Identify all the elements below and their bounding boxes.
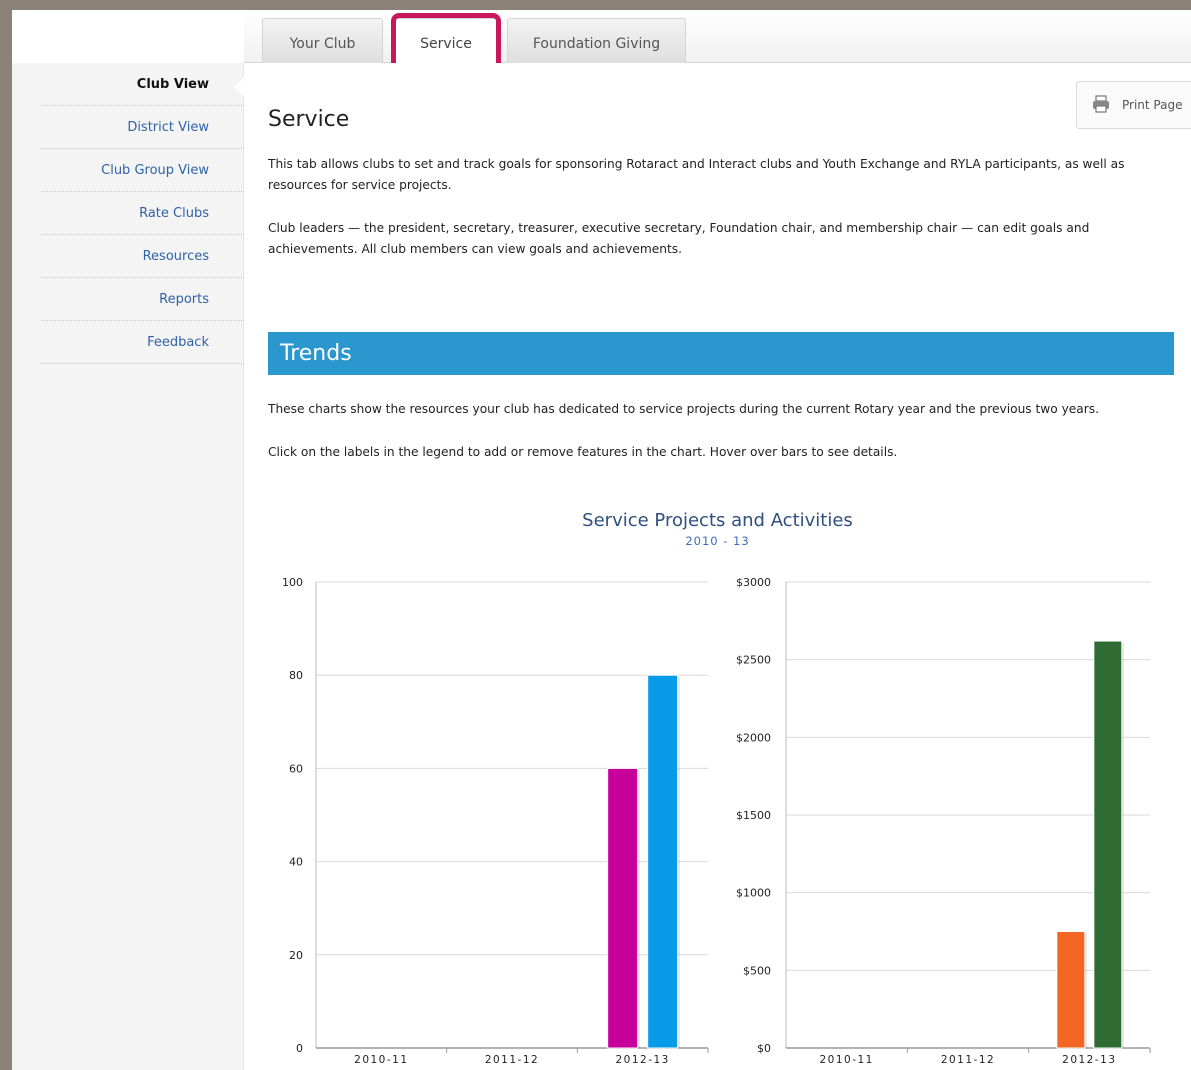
y-tick-label: 100 bbox=[282, 576, 303, 589]
printer-icon bbox=[1093, 95, 1109, 113]
y-tick-label: $3000 bbox=[736, 576, 771, 589]
y-tick-label: $0 bbox=[757, 1042, 771, 1055]
y-tick-label: $1500 bbox=[736, 809, 771, 822]
trends-heading: Trends bbox=[280, 341, 352, 366]
trends-header-bar: Trends bbox=[268, 332, 1174, 375]
sidebar-item-feedback[interactable]: Feedback bbox=[41, 321, 244, 364]
y-tick-label: 20 bbox=[289, 949, 303, 962]
y-tick-label: 0 bbox=[296, 1042, 303, 1055]
tab-your-club[interactable]: Your Club bbox=[262, 18, 383, 64]
main-content: Print Page Service This tab allows clubs… bbox=[244, 63, 1191, 1070]
x-tick-label: 2012-13 bbox=[615, 1054, 669, 1066]
intro-paragraph-1: This tab allows clubs to set and track g… bbox=[268, 157, 1125, 192]
bar-volunteers[interactable] bbox=[607, 767, 639, 1049]
sidebar-item-rate-clubs[interactable]: Rate Clubs bbox=[41, 192, 244, 235]
page-title: Service bbox=[268, 107, 350, 132]
trends-paragraph-1: These charts show the resources your clu… bbox=[268, 402, 1100, 416]
tab-bar: Your Club Service Foundation Giving bbox=[12, 10, 1191, 70]
y-tick-label: $2500 bbox=[736, 654, 771, 667]
x-tick-label: 2011-12 bbox=[485, 1054, 539, 1066]
app-window: Your Club Service Foundation Giving Club… bbox=[12, 10, 1191, 1070]
window-frame-top bbox=[0, 0, 1191, 10]
trends-paragraph-2: Click on the labels in the legend to add… bbox=[268, 445, 898, 459]
bar-cash[interactable] bbox=[1056, 931, 1086, 1049]
sidebar: Club View District View Club Group View … bbox=[12, 63, 245, 1070]
intro-paragraph-2: Club leaders — the president, secretary,… bbox=[268, 221, 1090, 256]
x-tick-label: 2010-11 bbox=[354, 1054, 408, 1066]
cash-inkind-chart: $3000 $2500 $2000 $1500 $1000 $500 $0 2010-11 20… bbox=[736, 576, 1151, 1066]
volunteers-hours-chart: 1008060402002010-112011-122012-13Volunte… bbox=[282, 576, 709, 1066]
chart-subtitle: 2010 - 13 bbox=[685, 534, 750, 548]
y-tick-label: $2000 bbox=[736, 731, 771, 744]
bar-in-kind-value[interactable] bbox=[1093, 640, 1123, 1049]
chart-title: Service Projects and Activities bbox=[582, 510, 853, 531]
y-tick-label: 40 bbox=[289, 856, 303, 869]
y-tick-label: 80 bbox=[289, 669, 303, 682]
x-tick-label: 2012-13 bbox=[1062, 1054, 1116, 1066]
sidebar-item-club-view[interactable]: Club View bbox=[41, 63, 244, 106]
bar-hours[interactable] bbox=[647, 674, 679, 1049]
sidebar-item-district-view[interactable]: District View bbox=[41, 106, 244, 149]
sidebar-item-reports[interactable]: Reports bbox=[41, 278, 244, 321]
tab-bar-spacer bbox=[12, 10, 244, 63]
tab-foundation-giving[interactable]: Foundation Giving bbox=[507, 18, 686, 64]
y-tick-label: $1000 bbox=[736, 887, 771, 900]
print-page-label: Print Page bbox=[1122, 98, 1183, 112]
x-tick-label: 2011-12 bbox=[941, 1054, 995, 1066]
window-frame-left bbox=[0, 0, 12, 1070]
y-tick-label: $500 bbox=[743, 964, 771, 977]
sidebar-item-resources[interactable]: Resources bbox=[41, 235, 244, 278]
sidebar-item-club-group-view[interactable]: Club Group View bbox=[41, 149, 244, 192]
print-page-button[interactable]: Print Page bbox=[1076, 81, 1191, 129]
tab-highlight-frame bbox=[391, 13, 501, 70]
y-tick-label: 60 bbox=[289, 762, 303, 775]
x-tick-label: 2010-11 bbox=[819, 1054, 873, 1066]
